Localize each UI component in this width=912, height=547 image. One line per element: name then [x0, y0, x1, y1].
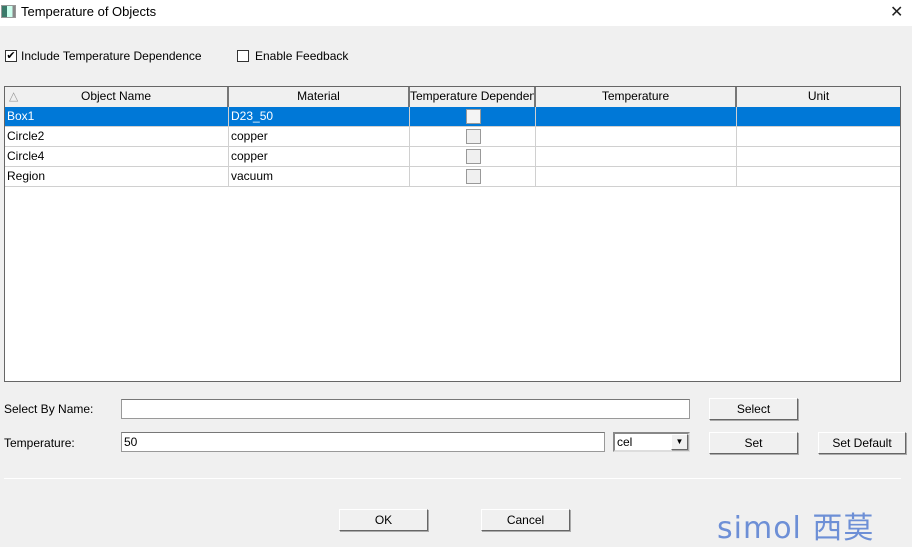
column-label: Object Name — [80, 89, 152, 103]
cell-name[interactable]: Circle2 — [5, 127, 229, 147]
cell-material[interactable]: vacuum — [229, 167, 410, 187]
temperature-input[interactable]: 50 — [121, 432, 605, 452]
cell-material[interactable]: copper — [229, 147, 410, 167]
separator — [4, 478, 901, 479]
cell-temperature[interactable] — [536, 167, 737, 187]
set-default-button[interactable]: Set Default — [818, 432, 906, 454]
set-button[interactable]: Set — [709, 432, 798, 454]
cell-temperature-dependent[interactable] — [410, 107, 536, 127]
include-temperature-checkbox[interactable]: ✔ Include Temperature Dependence — [5, 49, 202, 63]
cell-temperature-dependent[interactable] — [410, 127, 536, 147]
window-title: Temperature of Objects — [21, 4, 157, 19]
cell-temperature[interactable] — [536, 107, 737, 127]
cell-unit[interactable] — [737, 107, 900, 127]
column-header-object-name[interactable]: △ Object Name — [5, 87, 229, 107]
cell-temperature-dependent[interactable] — [410, 147, 536, 167]
temperature-dependent-checkbox[interactable] — [466, 109, 481, 124]
column-header-unit[interactable]: Unit — [737, 87, 900, 107]
table-row[interactable]: Circle2 copper — [5, 127, 900, 147]
temperature-dependent-checkbox[interactable] — [466, 149, 481, 164]
objects-table: △ Object Name Material Temperature Depen… — [4, 86, 901, 382]
close-icon[interactable]: ✕ — [890, 2, 903, 22]
cell-unit[interactable] — [737, 167, 900, 187]
checkbox-unchecked-icon[interactable] — [237, 50, 249, 62]
cancel-button[interactable]: Cancel — [481, 509, 570, 531]
cell-temperature[interactable] — [536, 147, 737, 167]
column-header-temperature-dependent[interactable]: Temperature Dependent — [410, 87, 536, 107]
table-header: △ Object Name Material Temperature Depen… — [5, 87, 900, 107]
simol-watermark-logo: simol 西莫 — [717, 511, 875, 546]
checkbox-checked-icon[interactable]: ✔ — [5, 50, 17, 62]
cell-material[interactable]: D23_50 — [229, 107, 410, 127]
table-row[interactable]: Region vacuum — [5, 167, 900, 187]
cell-material[interactable]: copper — [229, 127, 410, 147]
cell-name[interactable]: Box1 — [5, 107, 229, 127]
include-temperature-label: Include Temperature Dependence — [21, 49, 202, 63]
temperature-dependent-checkbox[interactable] — [466, 129, 481, 144]
title-bar: Temperature of Objects ✕ — [0, 0, 912, 26]
cell-temperature-dependent[interactable] — [410, 167, 536, 187]
unit-dropdown[interactable]: cel ▼ — [613, 432, 690, 452]
enable-feedback-checkbox[interactable]: Enable Feedback — [237, 49, 348, 63]
cell-name[interactable]: Circle4 — [5, 147, 229, 167]
cell-unit[interactable] — [737, 147, 900, 167]
enable-feedback-label: Enable Feedback — [255, 49, 349, 63]
chevron-down-icon[interactable]: ▼ — [671, 434, 688, 450]
cell-unit[interactable] — [737, 127, 900, 147]
select-by-name-input[interactable] — [121, 399, 690, 419]
unit-dropdown-value: cel — [617, 435, 633, 449]
app-icon — [1, 5, 16, 18]
ok-button[interactable]: OK — [339, 509, 428, 531]
sort-indicator-icon: △ — [9, 89, 19, 103]
table-row[interactable]: Box1 D23_50 — [5, 107, 900, 127]
cell-name[interactable]: Region — [5, 167, 229, 187]
table-row[interactable]: Circle4 copper — [5, 147, 900, 167]
cell-temperature[interactable] — [536, 127, 737, 147]
column-header-temperature[interactable]: Temperature — [536, 87, 737, 107]
select-by-name-label: Select By Name: — [4, 402, 94, 416]
temperature-label: Temperature: — [4, 436, 75, 450]
column-header-material[interactable]: Material — [229, 87, 410, 107]
select-button[interactable]: Select — [709, 398, 798, 420]
temperature-dependent-checkbox[interactable] — [466, 169, 481, 184]
